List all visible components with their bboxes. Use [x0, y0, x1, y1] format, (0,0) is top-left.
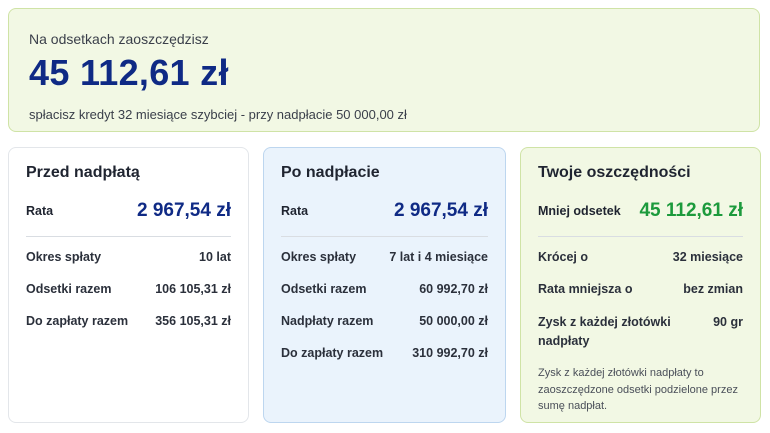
savings-summary-banner: Na odsetkach zaoszczędzisz 45 112,61 zł …	[8, 8, 760, 132]
row-value: 60 992,70 zł	[419, 282, 488, 296]
row-value: 356 105,31 zł	[155, 314, 231, 328]
before-overpayment-card: Przed nadpłatą Rata 2 967,54 zł Okres sp…	[8, 147, 249, 423]
installment-row: Rata 2 967,54 zł	[26, 198, 231, 237]
row-label: Do zapłaty razem	[26, 314, 129, 328]
row-label: Okres spłaty	[281, 250, 357, 264]
total-interest-row: Odsetki razem 60 992,70 zł	[281, 281, 488, 297]
total-payment-row: Do zapłaty razem 356 105,31 zł	[26, 313, 231, 329]
less-interest-label: Mniej odsetek	[538, 204, 621, 218]
card-title: Po nadpłacie	[281, 164, 380, 181]
gain-explanation-note: Zysk z każdej złotówki nadpłaty to zaosz…	[538, 367, 738, 412]
repayment-period-row: Okres spłaty 10 lat	[26, 249, 231, 265]
row-value: 7 lat i 4 miesiące	[389, 250, 488, 264]
row-value: 106 105,31 zł	[155, 282, 231, 296]
less-interest-value: 45 112,61 zł	[639, 200, 743, 221]
installment-value: 2 967,54 zł	[393, 200, 488, 221]
total-overpayments-row: Nadpłaty razem 50 000,00 zł	[281, 313, 488, 329]
row-label: Rata mniejsza o	[538, 282, 633, 296]
row-value: 90 gr	[713, 315, 743, 329]
installment-lower-row: Rata mniejsza o bez zmian	[538, 281, 743, 297]
row-label: Krócej o	[538, 250, 589, 264]
less-interest-row: Mniej odsetek 45 112,61 zł	[538, 198, 743, 237]
row-value: 50 000,00 zł	[419, 314, 488, 328]
installment-label: Rata	[26, 204, 54, 218]
repayment-period-row: Okres spłaty 7 lat i 4 miesiące	[281, 249, 488, 265]
installment-label: Rata	[281, 204, 309, 218]
row-value: 310 992,70 zł	[412, 346, 488, 360]
gain-per-zloty-row: Zysk z każdej złotówki nadpłaty 90 gr	[538, 313, 743, 351]
card-title: Twoje oszczędności	[538, 164, 691, 181]
row-value: bez zmian	[683, 282, 743, 296]
row-label: Odsetki razem	[26, 282, 112, 296]
row-label: Okres spłaty	[26, 250, 102, 264]
installment-value: 2 967,54 zł	[136, 200, 231, 221]
summary-amount: 45 112,61 zł	[29, 52, 229, 93]
row-label: Nadpłaty razem	[281, 314, 374, 328]
row-value: 10 lat	[199, 250, 231, 264]
row-label: Do zapłaty razem	[281, 346, 384, 360]
installment-row: Rata 2 967,54 zł	[281, 198, 488, 237]
summary-subtitle: spłacisz kredyt 32 miesiące szybciej - p…	[29, 107, 407, 122]
row-label: Zysk z każdej złotówki nadpłaty	[538, 315, 671, 348]
total-payment-row: Do zapłaty razem 310 992,70 zł	[281, 345, 488, 361]
card-title: Przed nadpłatą	[26, 164, 140, 181]
row-value: 32 miesiące	[672, 250, 743, 264]
row-label: Odsetki razem	[281, 282, 367, 296]
summary-label: Na odsetkach zaoszczędzisz	[29, 31, 209, 47]
total-interest-row: Odsetki razem 106 105,31 zł	[26, 281, 231, 297]
shorter-by-row: Krócej o 32 miesiące	[538, 249, 743, 265]
after-overpayment-card: Po nadpłacie Rata 2 967,54 zł Okres spła…	[263, 147, 506, 423]
your-savings-card: Twoje oszczędności Mniej odsetek 45 112,…	[520, 147, 761, 423]
